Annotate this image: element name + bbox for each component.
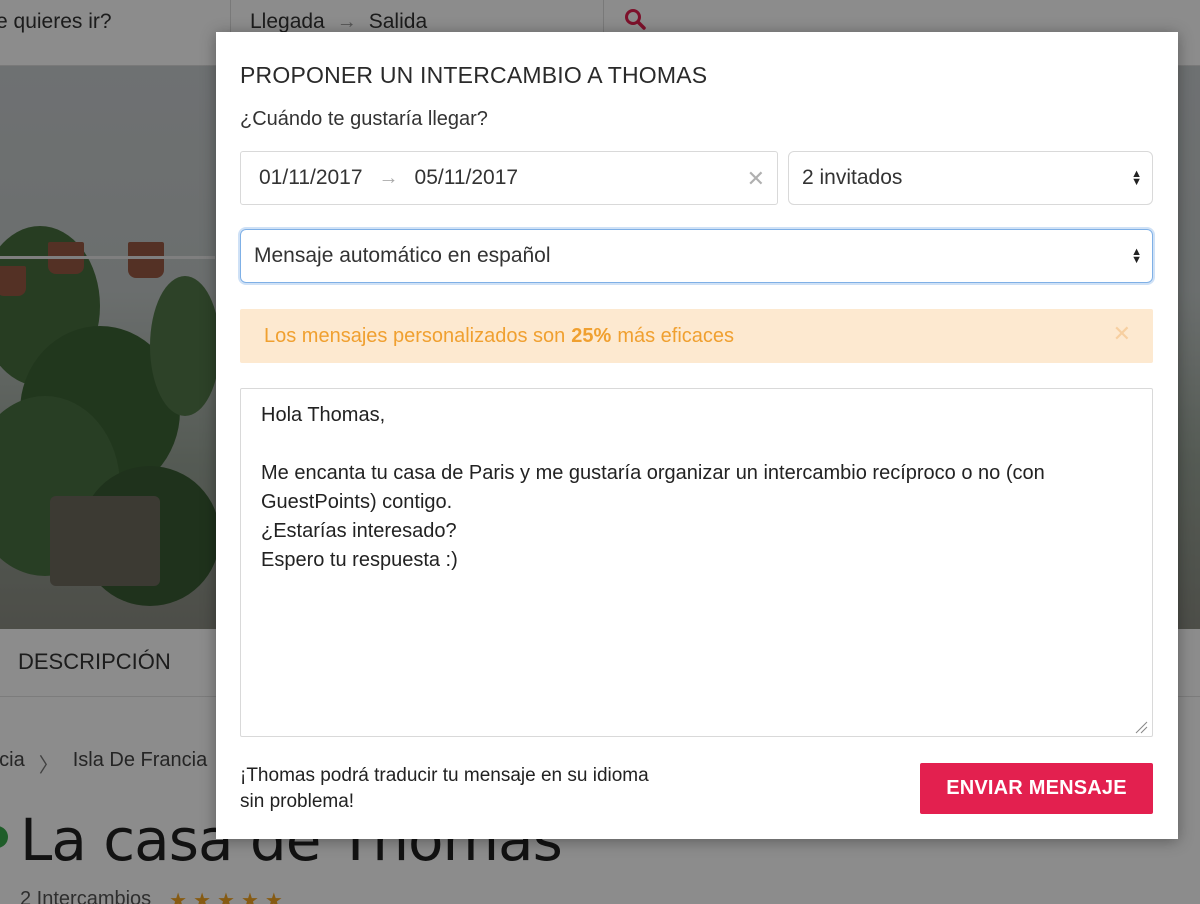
date-from: 01/11/2017 bbox=[259, 166, 363, 189]
arrival-question: ¿Cuándo te gustaría llegar? bbox=[240, 108, 488, 130]
arrow-right-icon: → bbox=[378, 166, 399, 189]
clear-dates-icon[interactable]: ✕ bbox=[747, 166, 765, 192]
exchange-proposal-modal: PROPONER UN INTERCAMBIO A THOMAS ¿Cuándo… bbox=[216, 32, 1178, 839]
tip-text-after: más eficaces bbox=[617, 324, 735, 347]
message-type-value: Mensaje automático en español bbox=[254, 244, 551, 267]
tip-text-before: Los mensajes personalizados son bbox=[264, 324, 566, 347]
guests-value: 2 invitados bbox=[802, 166, 903, 189]
resize-handle-icon[interactable] bbox=[1134, 720, 1148, 734]
date-range-input[interactable]: 01/11/2017 → 05/11/2017 ✕ bbox=[240, 151, 778, 205]
modal-title: PROPONER UN INTERCAMBIO A THOMAS bbox=[240, 62, 708, 88]
select-arrows-icon: ▲ ▼ bbox=[1131, 246, 1142, 266]
tip-highlight: 25% bbox=[571, 324, 612, 347]
send-message-button[interactable]: ENVIAR MENSAJE bbox=[920, 763, 1153, 814]
translate-note: ¡Thomas podrá traducir tu mensaje en su … bbox=[240, 765, 649, 812]
select-arrows-icon: ▲ ▼ bbox=[1131, 168, 1142, 188]
message-textarea[interactable]: Hola Thomas, Me encanta tu casa de Paris… bbox=[240, 388, 1153, 737]
date-to: 05/11/2017 bbox=[414, 166, 519, 189]
guests-select[interactable]: 2 invitados ▲ ▼ bbox=[788, 151, 1153, 205]
close-alert-icon[interactable]: ✕ bbox=[1113, 321, 1131, 347]
message-type-select[interactable]: Mensaje automático en español ▲ ▼ bbox=[240, 229, 1153, 283]
tip-alert: Los mensajes personalizados son 25% más … bbox=[240, 309, 1153, 363]
